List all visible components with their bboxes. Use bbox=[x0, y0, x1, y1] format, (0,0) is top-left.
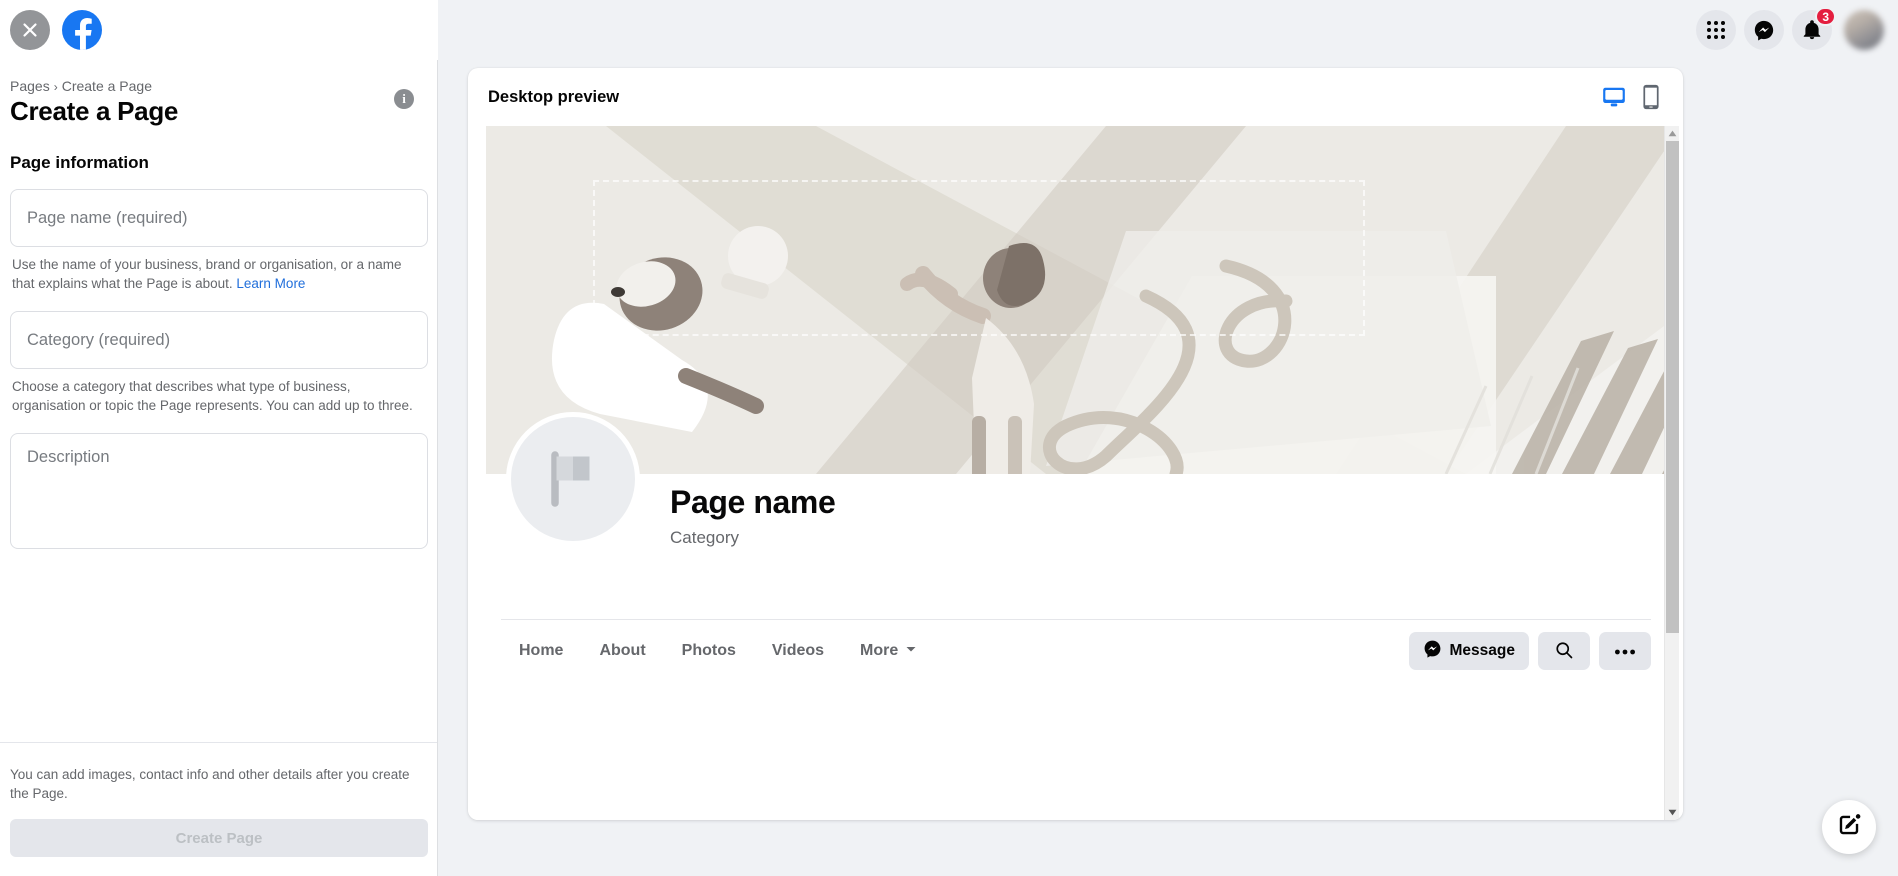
cover-crop-guide bbox=[593, 180, 1365, 336]
user-avatar[interactable] bbox=[1844, 10, 1884, 50]
tab-videos-label: Videos bbox=[771, 642, 825, 659]
compose-button[interactable] bbox=[1822, 800, 1876, 854]
topbar-left-group bbox=[0, 0, 438, 60]
message-button-label: Message bbox=[1449, 642, 1515, 659]
desktop-view-icon[interactable] bbox=[1601, 84, 1627, 115]
topbar-right-group: 3 bbox=[1676, 0, 1898, 60]
tab-photos[interactable]: Photos bbox=[664, 632, 754, 670]
search-icon bbox=[1554, 640, 1574, 663]
sidebar-form-scroll-area: Pages › Create a Page Create a Page Page i… bbox=[0, 60, 437, 742]
profile-header-row: Page name Category bbox=[486, 412, 1664, 624]
preview-content: Page name Category Home About Photos Vid… bbox=[468, 126, 1683, 820]
page-title: Create a Page bbox=[10, 96, 179, 126]
more-options-icon bbox=[1614, 644, 1636, 659]
page-nav-bar: Home About Photos Videos More Message bbox=[501, 620, 1651, 682]
compose-icon bbox=[1836, 812, 1862, 843]
breadcrumb-separator: › bbox=[53, 80, 58, 94]
device-toggle-group bbox=[1601, 84, 1661, 115]
page-name-helper-body: Use the name of your business, brand or … bbox=[12, 257, 402, 291]
more-options-button[interactable] bbox=[1599, 632, 1651, 670]
preview-scrollbar[interactable] bbox=[1664, 126, 1679, 820]
tab-home-label: Home bbox=[519, 642, 564, 659]
tab-photos-label: Photos bbox=[681, 642, 736, 659]
tab-more[interactable]: More bbox=[842, 632, 935, 670]
preview-card-header: Desktop preview bbox=[468, 68, 1683, 126]
notifications-icon[interactable]: 3 bbox=[1792, 7, 1836, 50]
learn-more-link[interactable]: Learn More bbox=[236, 276, 305, 291]
message-button[interactable]: Message bbox=[1408, 632, 1529, 670]
tab-more-label: More bbox=[860, 642, 899, 659]
preview-page-name: Page name bbox=[670, 484, 836, 520]
search-button[interactable] bbox=[1538, 632, 1590, 670]
category-field[interactable] bbox=[10, 311, 428, 369]
notification-count-badge: 3 bbox=[1815, 7, 1836, 26]
page-avatar-placeholder[interactable] bbox=[506, 412, 640, 546]
breadcrumb-current: Create a Page bbox=[61, 78, 152, 94]
category-helper-text: Choose a category that describes what ty… bbox=[12, 379, 413, 413]
close-icon[interactable] bbox=[10, 10, 50, 50]
preview-title: Desktop preview bbox=[488, 87, 620, 106]
tab-about[interactable]: About bbox=[581, 632, 663, 670]
messenger-icon bbox=[1423, 639, 1442, 663]
tab-home[interactable]: Home bbox=[501, 632, 581, 670]
desktop-preview-card: Desktop preview Page name Category Home … bbox=[468, 68, 1683, 820]
section-heading-page-information: Page information bbox=[10, 153, 149, 172]
tab-about-label: About bbox=[599, 642, 646, 659]
preview-page-category: Category bbox=[670, 528, 739, 547]
page-name-field[interactable] bbox=[10, 189, 428, 247]
page-name-input[interactable] bbox=[27, 208, 411, 228]
tab-videos[interactable]: Videos bbox=[754, 632, 842, 670]
create-page-sidebar: Pages › Create a Page Create a Page Page i… bbox=[0, 60, 438, 876]
page-action-buttons: Message bbox=[1408, 632, 1651, 670]
footer-note: You can add images, contact info and oth… bbox=[10, 767, 410, 801]
sidebar-footer: You can add images, contact info and oth… bbox=[0, 742, 437, 876]
create-page-button[interactable]: Create Page bbox=[10, 819, 428, 857]
top-navigation-bar: 3 bbox=[0, 0, 1898, 60]
page-name-helper-text: Use the name of your business, brand or … bbox=[12, 255, 422, 293]
chevron-down-icon bbox=[905, 642, 917, 660]
breadcrumb-root[interactable]: Pages bbox=[10, 78, 50, 94]
grid-dots bbox=[1707, 21, 1725, 39]
description-input[interactable] bbox=[10, 433, 428, 549]
mobile-view-icon[interactable] bbox=[1641, 84, 1661, 115]
breadcrumb: Pages › Create a Page bbox=[10, 78, 417, 94]
category-input[interactable] bbox=[27, 330, 411, 350]
facebook-logo-icon[interactable] bbox=[62, 10, 102, 50]
cover-photo-placeholder[interactable] bbox=[486, 126, 1664, 474]
info-icon[interactable]: i bbox=[394, 89, 414, 109]
page-identity-block: Page name Category bbox=[670, 484, 836, 548]
messenger-icon[interactable] bbox=[1744, 10, 1784, 50]
scroll-down-arrow[interactable] bbox=[1665, 805, 1680, 820]
preview-pane: Desktop preview Page name Category Home … bbox=[438, 60, 1898, 876]
scroll-up-arrow[interactable] bbox=[1665, 126, 1679, 141]
scrollbar-thumb[interactable] bbox=[1666, 141, 1679, 633]
menu-grid-icon[interactable] bbox=[1696, 10, 1736, 50]
